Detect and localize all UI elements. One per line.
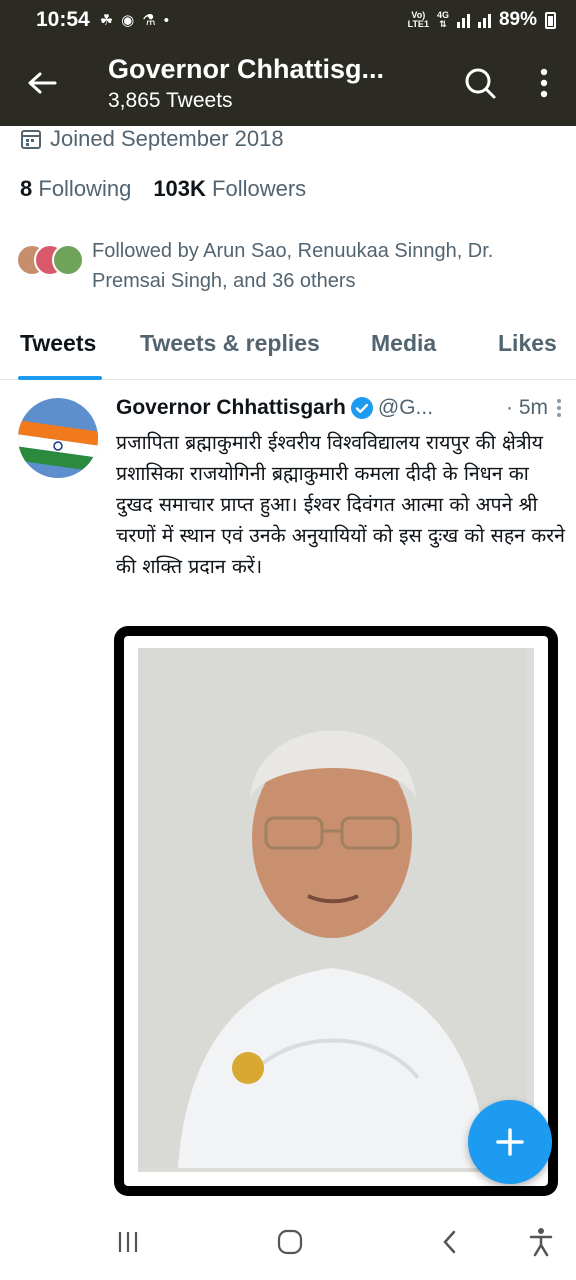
followers-count: 103K (153, 176, 206, 201)
following-label: Following (38, 176, 132, 201)
tab-tweets[interactable]: Tweets (20, 318, 96, 357)
network-type-icon: Vo) LTE1 (407, 10, 429, 29)
follower-avatars (16, 244, 84, 294)
back-nav-button[interactable] (430, 1222, 470, 1262)
calendar-icon (21, 130, 41, 149)
recent-apps-icon (118, 1232, 138, 1252)
tweet-header: Governor Chhattisgarh @G... · 5m (116, 396, 562, 420)
tweet-text: प्रजापिता ब्रह्माकुमारी ईश्वरीय विश्वविद… (116, 431, 565, 578)
tweet-count: 3,865 Tweets (108, 88, 233, 112)
followed-by-row[interactable]: Followed by Arun Sao, Renuukaa Sinngh, D… (16, 236, 556, 296)
status-right: Vo) LTE1 4G ⇅ 89% (408, 9, 556, 31)
chevron-left-icon (443, 1230, 456, 1254)
profile-tabs: Tweets Tweets & replies Media Likes (0, 318, 576, 380)
more-options-button[interactable] (512, 40, 576, 126)
dot-icon: • (163, 11, 169, 29)
followed-by-text: Followed by Arun Sao, Renuukaa Sinngh, D… (92, 240, 494, 292)
search-icon (465, 68, 496, 99)
header-title: Governor Chhattisg... (108, 53, 385, 84)
tweet-author-handle[interactable]: @G... (378, 396, 433, 420)
signal-icon (477, 12, 491, 28)
joined-date: Joined September 2018 (20, 126, 284, 152)
home-icon (277, 1229, 303, 1255)
status-bar: 10:54 ☘ ◉ ⚗ • Vo) LTE1 4G ⇅ 89% (0, 0, 576, 40)
tweet-author-name[interactable]: Governor Chhattisgarh (116, 396, 346, 420)
tweet-author-avatar[interactable] (18, 398, 98, 478)
home-button[interactable] (270, 1222, 310, 1262)
tab-likes[interactable]: Likes (498, 318, 557, 357)
verified-badge-icon (350, 397, 373, 419)
avatar (52, 244, 84, 276)
notification-icons: ☘ ◉ ⚗ • (99, 11, 169, 30)
signal-icon (456, 12, 470, 28)
followers-link[interactable]: 103K Followers (153, 176, 306, 202)
accessibility-button[interactable] (521, 1222, 561, 1262)
arrow-left-icon (28, 72, 57, 94)
tab-media[interactable]: Media (371, 318, 436, 357)
app-notification-icon: ☘ (99, 12, 114, 29)
profile-header: Governor Chhattisg... 3,865 Tweets (0, 40, 576, 126)
app-notification-icon: ⚗ (142, 12, 156, 29)
tab-tweets-replies[interactable]: Tweets & replies (140, 318, 320, 357)
followers-label: Followers (212, 176, 307, 201)
recent-apps-button[interactable] (108, 1222, 148, 1262)
following-link[interactable]: 8 Following (20, 176, 131, 202)
plus-icon (496, 1128, 524, 1156)
joined-text: Joined September 2018 (50, 126, 284, 151)
status-time: 10:54 (36, 8, 90, 31)
tweet-timestamp: · 5m (506, 396, 548, 419)
accessibility-icon (529, 1228, 553, 1257)
active-tab-indicator (18, 376, 102, 380)
follow-stats: 8 Following 103K Followers (20, 176, 306, 202)
compose-tweet-button[interactable] (468, 1100, 552, 1184)
more-vertical-icon[interactable] (556, 398, 562, 418)
4g-icon: 4G ⇅ (436, 10, 449, 29)
tweet-photo (138, 648, 534, 1172)
back-button[interactable] (0, 40, 84, 126)
chrome-icon: ◉ (121, 12, 135, 29)
battery-level: 89% (498, 9, 537, 30)
search-button[interactable] (448, 40, 512, 126)
more-vertical-icon (540, 68, 548, 98)
following-count: 8 (20, 176, 33, 201)
battery-icon (545, 11, 556, 29)
